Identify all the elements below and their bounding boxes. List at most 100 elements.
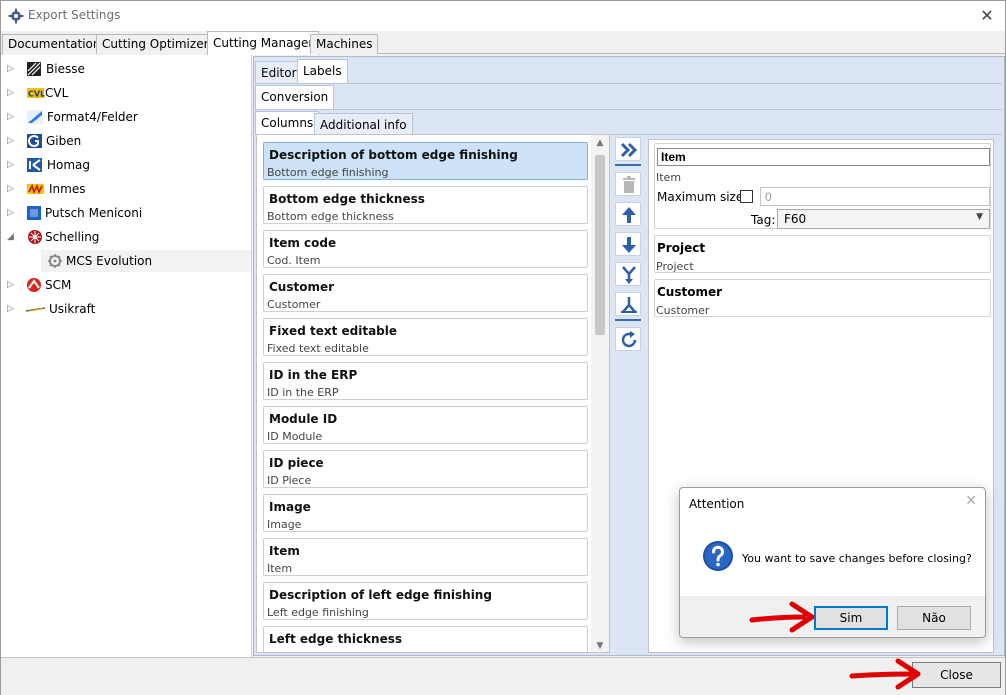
scroll-thumb[interactable] [595, 155, 605, 335]
expand-icon[interactable]: ▷ [7, 63, 17, 75]
tab-editor[interactable]: Editor [255, 61, 303, 83]
tab-machines[interactable]: Machines [310, 34, 379, 54]
tab-cutting-manager[interactable]: Cutting Manager [207, 31, 320, 55]
homag-logo-icon [27, 158, 42, 172]
dialog-title: Attention [689, 497, 745, 511]
split-button[interactable] [615, 292, 641, 316]
tree-item-biesse[interactable]: ▷ Biesse [7, 58, 247, 80]
close-icon[interactable]: ✕ [965, 493, 977, 509]
column-title-input[interactable] [657, 148, 990, 166]
selected-column-card[interactable]: Project Project [654, 235, 991, 273]
question-icon [703, 541, 733, 571]
list-item[interactable]: Description of bottom edge finishing Bot… [263, 142, 588, 180]
tree-item-homag[interactable]: ▷ Homag [7, 154, 247, 176]
list-item[interactable]: Item Item [263, 538, 588, 576]
putsch-logo-icon [27, 206, 41, 220]
chevron-down-icon: ▼ [976, 212, 983, 222]
list-item[interactable]: Description of left edge finishing Left … [263, 582, 588, 620]
merge-icon [622, 266, 636, 284]
arrow-annotation-icon [849, 658, 921, 690]
close-button[interactable]: Close [912, 662, 1001, 688]
max-size-label: Maximum size: [657, 190, 748, 204]
tree-item-mcs-evolution[interactable]: MCS Evolution [41, 250, 251, 272]
available-columns-list[interactable]: Description of bottom edge finishing Bot… [256, 134, 610, 653]
tab-additional-info[interactable]: Additional info [314, 113, 413, 135]
tree-item-giben[interactable]: ▷ Giben [7, 130, 247, 152]
add-column-button[interactable] [615, 137, 641, 161]
list-scrollbar[interactable]: ▲ ▼ [591, 135, 609, 652]
list-item[interactable]: Left edge thickness [263, 626, 588, 652]
tag-value: F60 [784, 212, 807, 226]
tree-item-putsch-meniconi[interactable]: ▷ Putsch Meniconi [7, 202, 247, 224]
list-item[interactable]: Item code Cod. Item [263, 230, 588, 268]
attention-dialog: Attention ✕ You want to save changes bef… [679, 487, 986, 638]
tab-documentation[interactable]: Documentation [2, 34, 107, 54]
schelling-logo-icon [28, 230, 42, 244]
yes-button[interactable]: Sim [814, 606, 888, 630]
scroll-up-icon[interactable]: ▲ [591, 135, 609, 151]
selected-column-card[interactable]: Item Maximum size: Tag: F60 ▼ [654, 143, 991, 229]
list-item[interactable]: Fixed text editable Fixed text editable [263, 318, 588, 356]
cvl-logo-text: CVL [28, 90, 45, 99]
scm-logo-icon [27, 278, 41, 292]
tree-item-scm[interactable]: ▷ SCM [7, 274, 247, 296]
expand-icon[interactable]: ▷ [7, 279, 17, 291]
list-item[interactable]: Module ID ID Module [263, 406, 588, 444]
tab-columns[interactable]: Columns [255, 111, 320, 135]
tree-item-usikraft[interactable]: ▷ Usikraft [7, 298, 247, 320]
tag-label: Tag: [751, 213, 776, 227]
move-up-button[interactable] [615, 202, 641, 226]
tree-item-inmes[interactable]: ▷ Inmes [7, 178, 247, 200]
list-item[interactable]: Image Image [263, 494, 588, 532]
list-item[interactable]: ID piece ID Piece [263, 450, 588, 488]
giben-logo-icon [27, 134, 42, 148]
close-icon[interactable]: ✕ [977, 6, 997, 26]
split-icon [621, 297, 637, 313]
window-title: Export Settings [28, 8, 121, 22]
tree-item-schelling[interactable]: ◢ Schelling [7, 226, 247, 248]
expand-icon[interactable]: ▷ [7, 135, 17, 147]
scroll-down-icon[interactable]: ▼ [591, 638, 609, 652]
main-tabs: Documentation Cutting Optimizers Cutting… [1, 31, 1005, 55]
no-button[interactable]: Não [897, 606, 971, 630]
biesse-logo-icon [27, 62, 41, 76]
trash-icon [623, 176, 635, 193]
usikraft-logo-icon [25, 307, 46, 312]
arrow-down-icon [622, 237, 636, 253]
double-chevron-right-icon [620, 142, 638, 158]
tab-labels[interactable]: Labels [297, 59, 348, 83]
refresh-icon [621, 331, 637, 348]
selected-column-card[interactable]: Customer Customer [654, 279, 991, 317]
inmes-logo-icon [27, 183, 44, 195]
dialog-message: You want to save changes before closing? [742, 552, 972, 565]
expand-icon[interactable]: ▷ [7, 159, 17, 171]
merge-button[interactable] [615, 262, 641, 286]
collapse-icon[interactable]: ◢ [7, 231, 17, 243]
title-bar: Export Settings ✕ [1, 1, 1005, 31]
column-subtitle: Item [656, 171, 682, 184]
expand-icon[interactable]: ▷ [7, 303, 17, 315]
cvl-logo-icon: CVL [27, 88, 45, 99]
tree-item-format4-felder[interactable]: ▷ Format4/Felder [7, 106, 247, 128]
expand-icon[interactable]: ▷ [7, 87, 17, 99]
tree-item-cvl[interactable]: ▷ CVL CVL [7, 82, 247, 104]
max-size-input[interactable] [760, 187, 990, 206]
tab-cutting-optimizers[interactable]: Cutting Optimizers [96, 34, 221, 54]
move-down-button[interactable] [615, 232, 641, 256]
list-item[interactable]: ID in the ERP ID in the ERP [263, 362, 588, 400]
column-tools [612, 134, 646, 653]
manufacturer-tree: ▷ Biesse ▷ CVL CVL ▷ Format4/Felder ▷ Gi… [1, 55, 252, 657]
arrow-up-icon [622, 207, 636, 223]
tag-select[interactable]: F60 ▼ [777, 209, 990, 229]
list-item[interactable]: Customer Customer [263, 274, 588, 312]
tab-conversion[interactable]: Conversion [255, 85, 335, 109]
expand-icon[interactable]: ▷ [7, 183, 17, 195]
refresh-button[interactable] [615, 327, 641, 351]
format4-logo-icon [27, 110, 43, 124]
dialog-header: Attention ✕ [680, 488, 985, 518]
expand-icon[interactable]: ▷ [7, 111, 17, 123]
list-item[interactable]: Bottom edge thickness Bottom edge thickn… [263, 186, 588, 224]
delete-column-button[interactable] [615, 172, 641, 196]
expand-icon[interactable]: ▷ [7, 207, 17, 219]
max-size-checkbox[interactable] [740, 190, 753, 203]
